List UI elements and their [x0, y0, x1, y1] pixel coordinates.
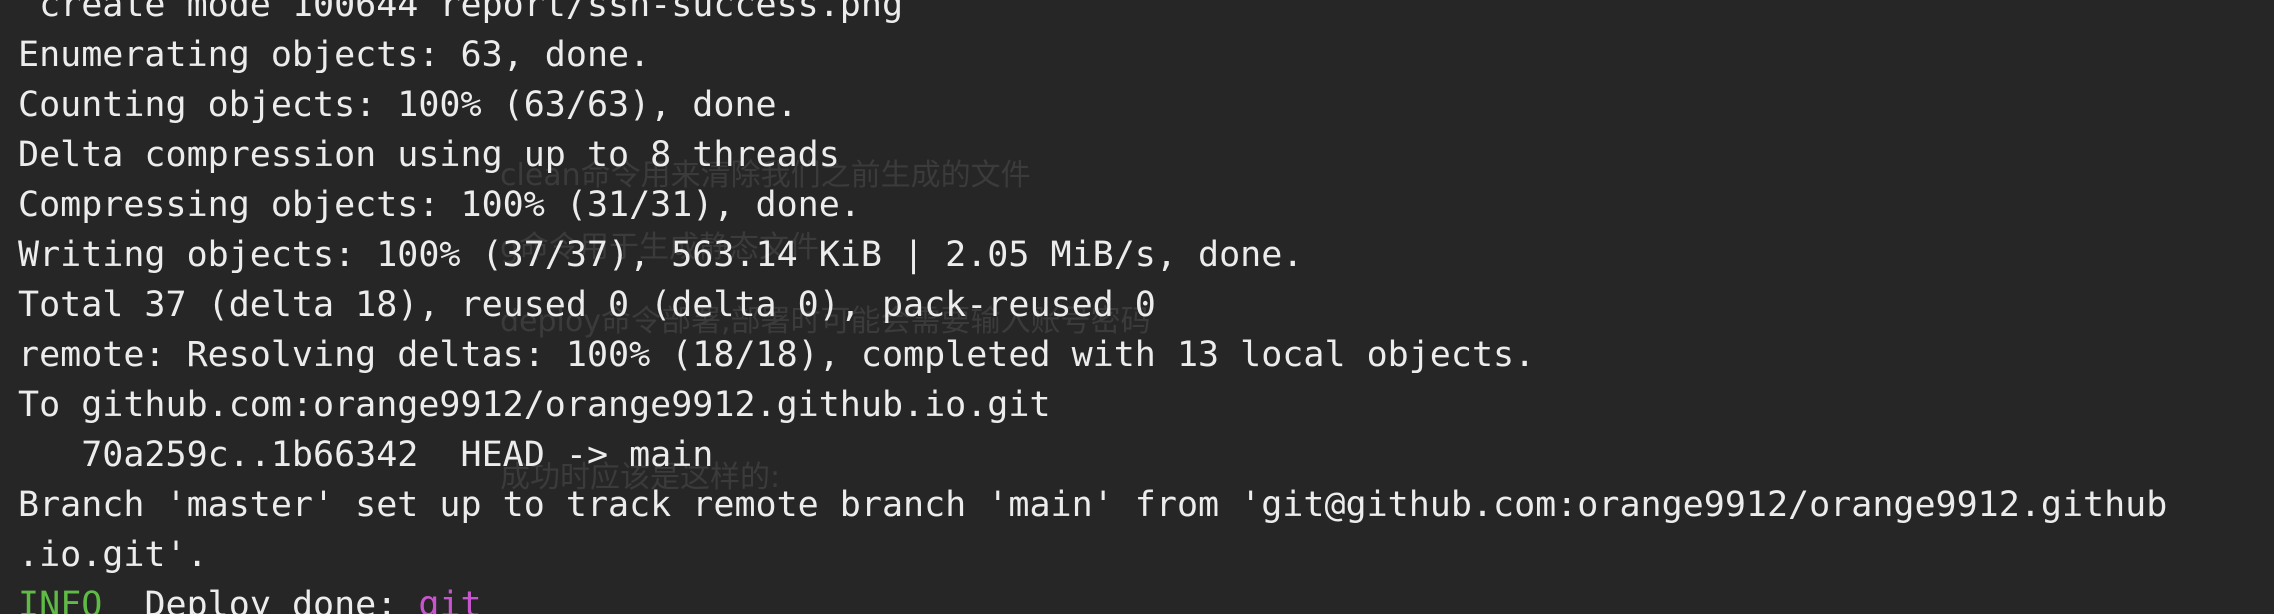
output-line: 70a259c..1b66342 HEAD -> main	[18, 435, 714, 475]
output-line: create mode 100644 report/ssh-success.pn…	[18, 0, 904, 25]
output-line: remote: Resolving deltas: 100% (18/18), …	[18, 335, 1536, 375]
info-message: Deploy done:	[102, 585, 419, 614]
output-line: To github.com:orange9912/orange9912.gith…	[18, 385, 1051, 425]
output-line: Enumerating objects: 63, done.	[18, 35, 651, 75]
terminal-window[interactable]: clean命令用来清除我们之前生成的文件 g命令用于生成静态文件 deploy命…	[0, 0, 2274, 614]
terminal-output: create mode 100644 report/ssh-success.pn…	[18, 0, 2274, 614]
info-line: INFO Deploy done: git	[18, 580, 2274, 614]
output-line: Delta compression using up to 8 threads	[18, 135, 840, 175]
output-line: .io.git'.	[18, 535, 208, 575]
output-line: Writing objects: 100% (37/37), 563.14 Ki…	[18, 235, 1304, 275]
output-line: Counting objects: 100% (63/63), done.	[18, 85, 798, 125]
output-line: Compressing objects: 100% (31/31), done.	[18, 185, 861, 225]
deploy-plugin-name: git	[418, 585, 482, 614]
output-line: Branch 'master' set up to track remote b…	[18, 485, 2168, 525]
output-line: Total 37 (delta 18), reused 0 (delta 0),…	[18, 285, 1156, 325]
info-level-tag: INFO	[18, 585, 103, 614]
